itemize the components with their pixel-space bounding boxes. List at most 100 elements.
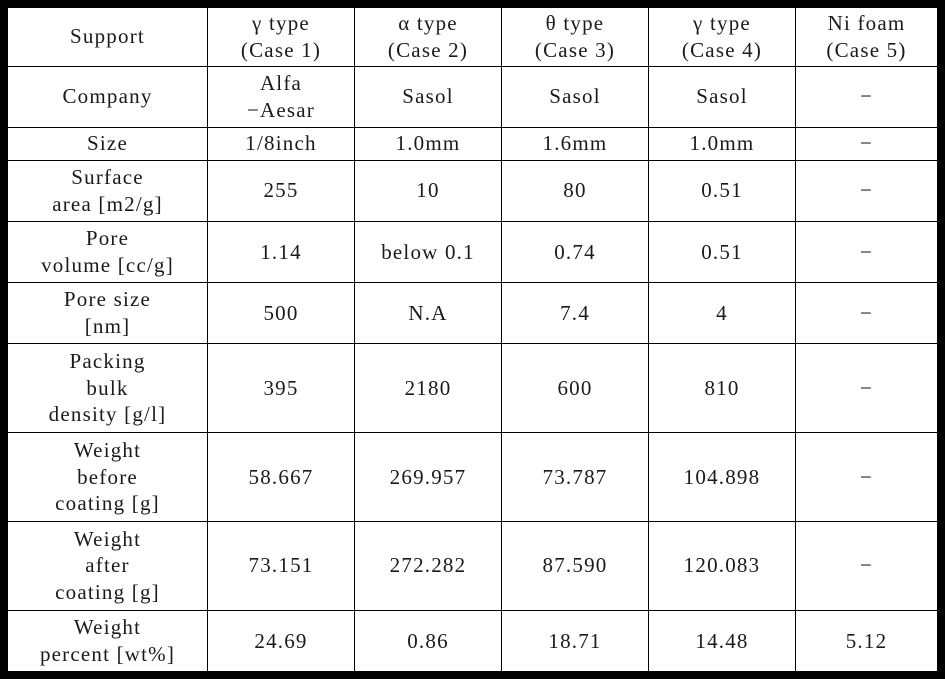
header-cell-case1: γ type (Case 1) [207,7,355,67]
cell-size-case2: 1.0mm [354,126,502,161]
row-label-line: Size [87,131,128,156]
header-case2-line1: α type [398,11,458,35]
row-label-line: Pore size [63,287,152,312]
row-label-pore-size: Pore size [nm] [7,281,208,344]
header-support-line1: Support [70,24,145,49]
table-row: Company Alfa −Aesar Sasol Sasol Sasol − [7,65,938,128]
header-case3-line1: θ type [545,11,605,35]
header-row: Support γ type (Case 1) α type (Case 2) … [7,7,938,67]
cell-pore-size-case2: N.A [354,281,502,344]
cell-surface-area-case3: 80 [501,159,649,222]
row-label-line: Weight [73,437,142,462]
cell-company-case2: Sasol [354,65,502,128]
table-row: Packing bulk density [g/l] 395 2180 600 … [7,342,938,433]
cell-company-case1: Alfa −Aesar [207,65,355,128]
row-label-line: percent [wt%] [39,641,176,666]
header-case5-line1: Ni foam [827,11,906,35]
row-label-line: after [85,553,130,578]
row-label-size: Size [7,126,208,161]
cell-size-case5: − [795,126,938,161]
cell-pore-volume-case3: 0.74 [501,220,649,283]
cell-packing-bulk-density-case4: 810 [648,342,796,433]
row-label-line: [nm] [84,313,131,338]
cell-pore-size-case5: − [795,281,938,344]
row-label-packing-bulk-density: Packing bulk density [g/l] [7,342,208,433]
cell-weight-before-coating-case1: 58.667 [207,431,355,522]
cell-company-case4: Sasol [648,65,796,128]
cell-packing-bulk-density-case5: − [795,342,938,433]
cell-weight-before-coating-case2: 269.957 [354,431,502,522]
table-body: Company Alfa −Aesar Sasol Sasol Sasol − … [7,65,938,673]
table-frame: Support γ type (Case 1) α type (Case 2) … [0,0,945,679]
header-case3-line2: (Case 3) [534,37,616,62]
cell-surface-area-case4: 0.51 [648,159,796,222]
cell-weight-before-coating-case4: 104.898 [648,431,796,522]
cell-weight-before-coating-case5: − [795,431,938,522]
row-label-line: before [77,464,138,489]
cell-weight-after-coating-case4: 120.083 [648,520,796,611]
row-label-line: Company [62,84,153,109]
row-label-weight-after-coating: Weight after coating [g] [7,520,208,611]
cell-company-case3: Sasol [501,65,649,128]
support-properties-table: Support γ type (Case 1) α type (Case 2) … [7,7,938,673]
header-case4-line2: (Case 4) [681,37,763,62]
header-case5-line2: (Case 5) [826,37,907,62]
row-label-line: density [g/l] [48,402,167,427]
table-row: Weight before coating [g] 58.667 269.957… [7,431,938,522]
cell-size-case3: 1.6mm [501,126,649,161]
row-label-weight-percent: Weight percent [wt%] [7,609,208,673]
cell-pore-size-case1: 500 [207,281,355,344]
cell-packing-bulk-density-case1: 395 [207,342,355,433]
cell-company-case5: − [795,65,938,128]
cell-pore-volume-case2: below 0.1 [354,220,502,283]
cell-weight-after-coating-case2: 272.282 [354,520,502,611]
row-label-surface-area: Surface area [m2/g] [7,159,208,222]
row-label-line: area [m2/g] [52,191,163,216]
cell-pore-volume-case1: 1.14 [207,220,355,283]
cell-pore-volume-case4: 0.51 [648,220,796,283]
header-case4-line1: γ type [693,11,751,35]
header-case2-line2: (Case 2) [387,37,469,62]
table-row: Pore volume [cc/g] 1.14 below 0.1 0.74 0… [7,220,938,283]
row-label-line: Packing [69,348,146,373]
row-label-line: coating [g] [55,580,160,605]
row-label-line: volume [cc/g] [41,252,174,277]
cell-weight-before-coating-case3: 73.787 [501,431,649,522]
table-header: Support γ type (Case 1) α type (Case 2) … [7,7,938,67]
row-label-line: Weight [73,526,142,551]
cell-surface-area-case1: 255 [207,159,355,222]
cell-weight-percent-case1: 24.69 [207,609,355,673]
cell-pore-size-case4: 4 [648,281,796,344]
table-row: Weight after coating [g] 73.151 272.282 … [7,520,938,611]
cell-size-case1: 1/8inch [207,126,355,161]
cell-packing-bulk-density-case2: 2180 [354,342,502,433]
cell-weight-percent-case2: 0.86 [354,609,502,673]
cell-pore-volume-case5: − [795,220,938,283]
table-row: Size 1/8inch 1.0mm 1.6mm 1.0mm − [7,126,938,161]
cell-weight-percent-case5: 5.12 [795,609,938,673]
cell-value-line: Alfa [259,70,303,95]
cell-value-line: −Aesar [246,97,316,122]
row-label-line: Pore [85,226,130,251]
row-label-line: Weight [73,615,142,640]
cell-weight-percent-case4: 14.48 [648,609,796,673]
row-label-line: bulk [86,375,129,400]
cell-size-case4: 1.0mm [648,126,796,161]
cell-weight-percent-case3: 18.71 [501,609,649,673]
table-row: Surface area [m2/g] 255 10 80 0.51 − [7,159,938,222]
cell-packing-bulk-density-case3: 600 [501,342,649,433]
header-case1-line2: (Case 1) [240,37,322,62]
header-cell-support: Support [7,7,208,67]
header-cell-case3: θ type (Case 3) [501,7,649,67]
table-row: Pore size [nm] 500 N.A 7.4 4 − [7,281,938,344]
header-case1-line1: γ type [252,11,310,35]
cell-surface-area-case5: − [795,159,938,222]
header-cell-case4: γ type (Case 4) [648,7,796,67]
header-cell-case2: α type (Case 2) [354,7,502,67]
table-row: Weight percent [wt%] 24.69 0.86 18.71 14… [7,609,938,673]
cell-weight-after-coating-case3: 87.590 [501,520,649,611]
row-label-company: Company [7,65,208,128]
cell-pore-size-case3: 7.4 [501,281,649,344]
row-label-line: Surface [71,165,144,190]
row-label-pore-volume: Pore volume [cc/g] [7,220,208,283]
